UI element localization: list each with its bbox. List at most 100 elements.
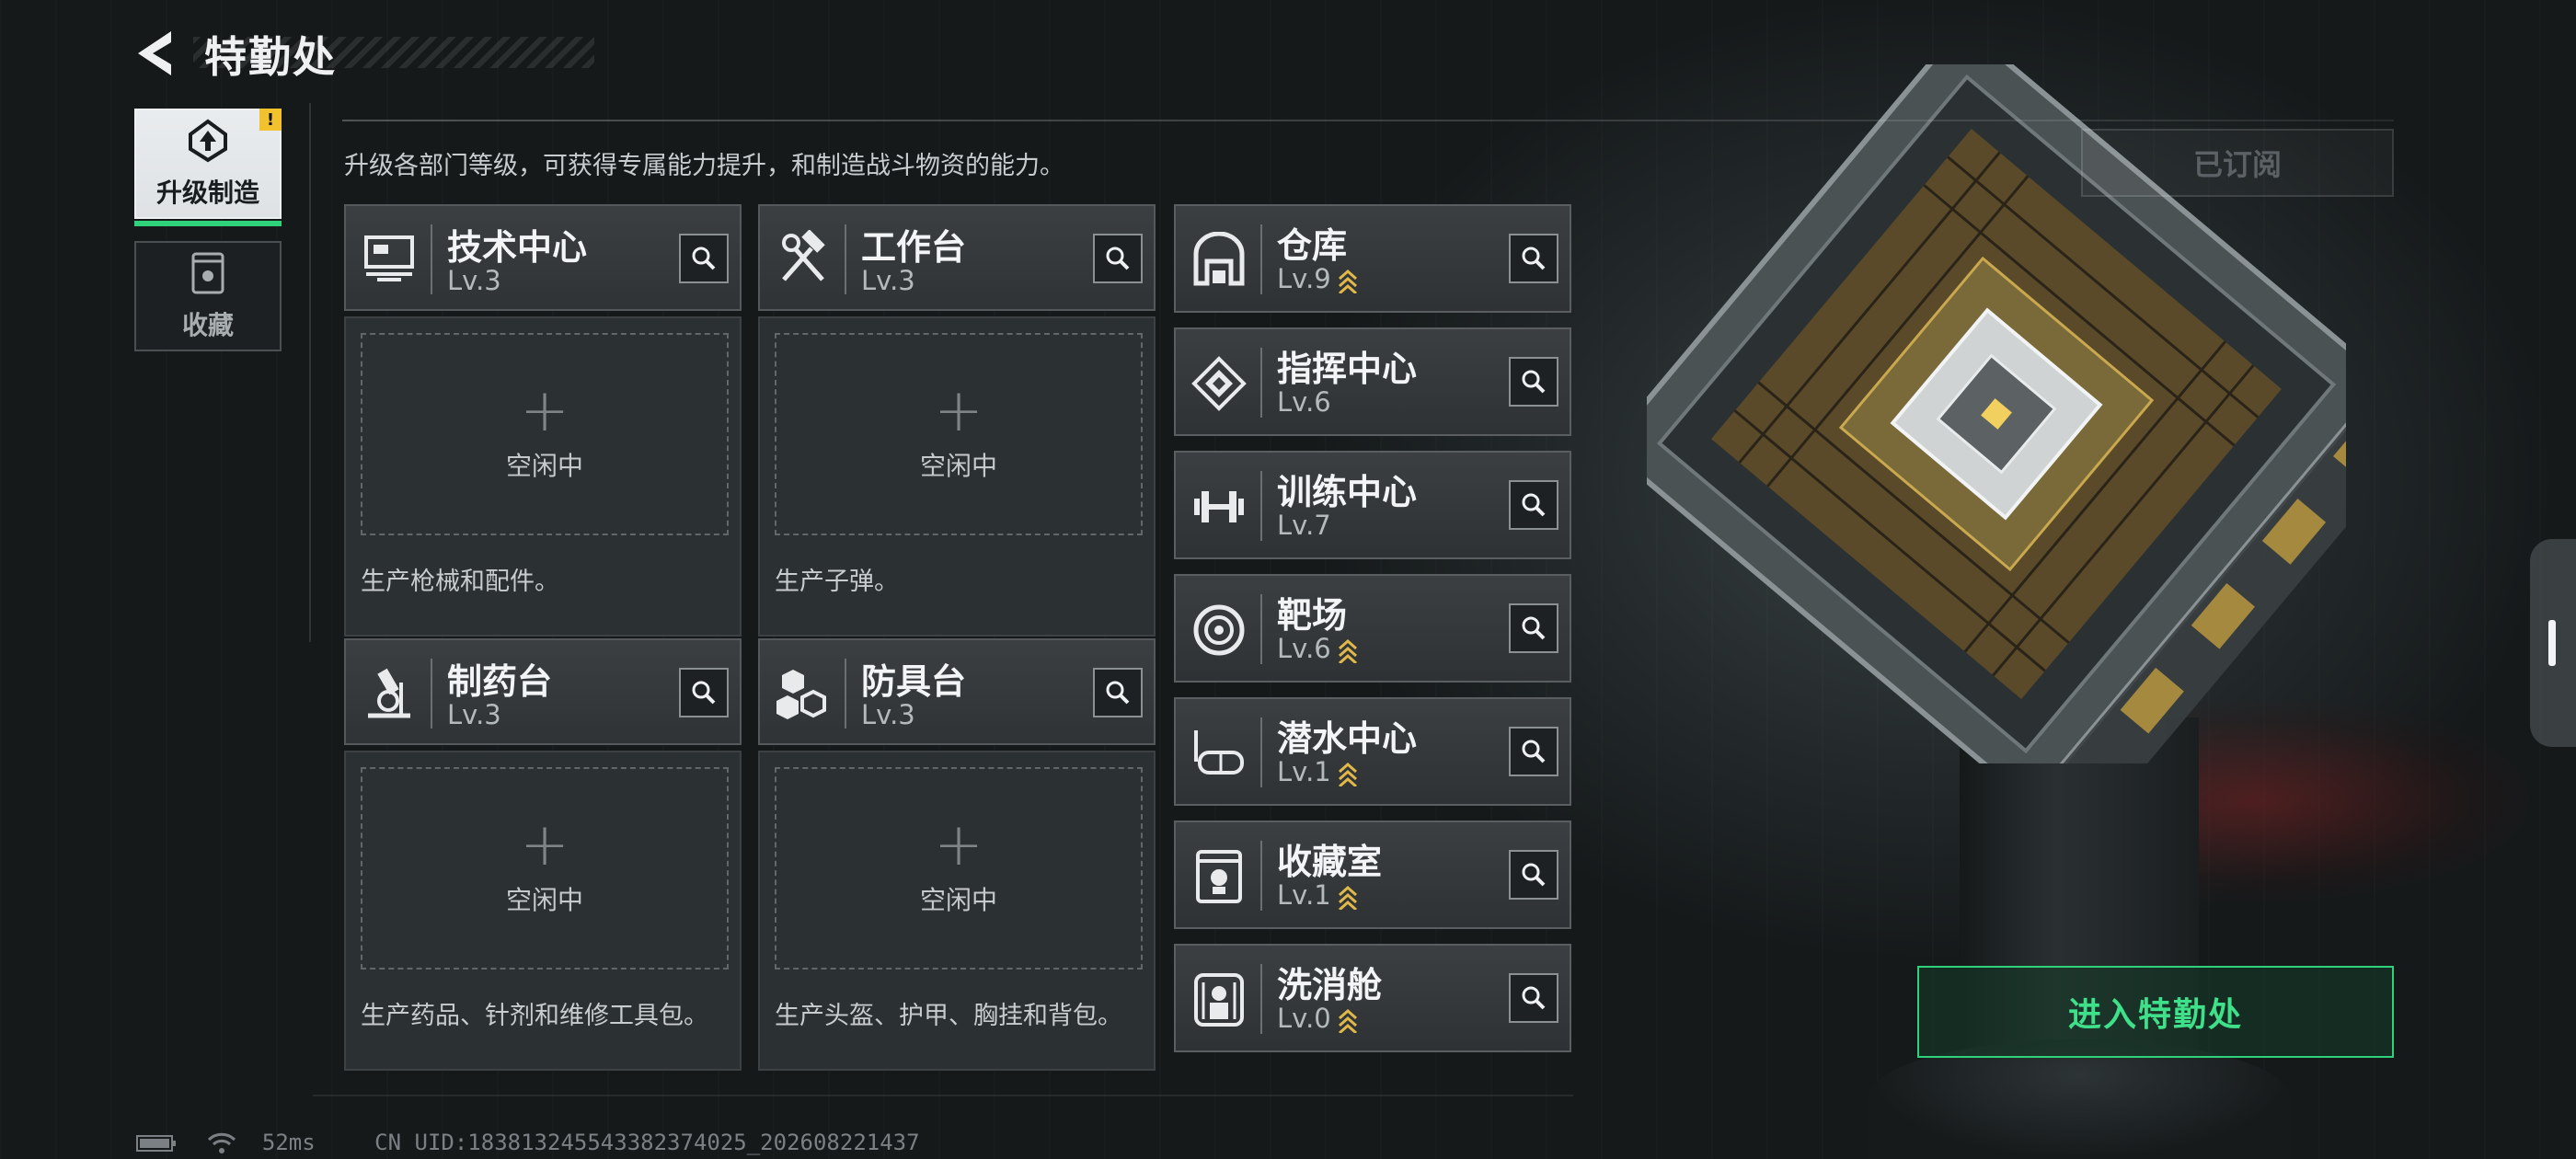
facility-level: Lv.6 <box>1277 386 1331 418</box>
plus-icon: + <box>934 811 983 879</box>
enter-special-ops-label: 进入特勤处 <box>2067 996 2243 1034</box>
search-icon <box>1522 247 1546 270</box>
facility-name: 指挥中心 <box>1277 349 1418 389</box>
search-icon <box>692 247 716 270</box>
ping-value: 52ms <box>261 1130 316 1155</box>
idle-status: 空闲中 <box>919 885 997 915</box>
header-separator <box>845 224 846 294</box>
search-icon <box>1106 681 1130 705</box>
workbench-header[interactable]: 制药台 Lv.3 <box>344 638 742 745</box>
nav-collection-tab[interactable]: 收藏 <box>134 241 282 351</box>
header-separator <box>845 659 846 729</box>
facility-warehouse[interactable]: 仓库 Lv.9 <box>1174 204 1571 313</box>
facility-level-row: Lv.1 <box>1277 879 1359 911</box>
inspect-button[interactable] <box>1509 234 1558 283</box>
upgrade-chevron-icon <box>1338 1008 1357 1033</box>
subscribed-button[interactable]: 已订阅 <box>2081 129 2394 197</box>
armor-cubes-icon <box>776 670 826 719</box>
workbench-level: Lv.3 <box>861 699 915 730</box>
command-center-icon <box>1191 356 1247 411</box>
tech-center-icon <box>364 235 414 281</box>
facility-training-center[interactable]: 训练中心 Lv.7 <box>1174 451 1571 559</box>
microscope-icon <box>368 668 410 718</box>
workbench-header[interactable]: 防具台 Lv.3 <box>758 638 1156 745</box>
workbench-body: + 空闲中 生产子弹。 <box>758 316 1156 637</box>
enter-special-ops-button[interactable]: 进入特勤处 <box>1917 966 2394 1058</box>
facility-collection-room[interactable]: 收藏室 Lv.1 <box>1174 820 1571 929</box>
workbench-header[interactable]: 技术中心 Lv.3 <box>344 204 742 311</box>
idle-production-slot[interactable]: + 空闲中 <box>361 767 729 970</box>
idle-production-slot[interactable]: + 空闲中 <box>361 333 729 535</box>
facility-name: 训练中心 <box>1277 472 1418 512</box>
hammer-wrench-icon <box>782 230 825 281</box>
user-uid: CN UID:183813245543382374025_20260822143… <box>374 1130 920 1155</box>
workbench-body: + 空闲中 生产头盔、护甲、胸挂和背包。 <box>758 751 1156 1071</box>
inspect-button[interactable] <box>1509 603 1558 653</box>
facility-level: Lv.6 <box>1277 633 1331 664</box>
facility-decontamination-pod[interactable]: 洗消舱 Lv.0 <box>1174 944 1571 1052</box>
inspect-button[interactable] <box>1509 480 1558 530</box>
inspect-button[interactable] <box>679 234 729 283</box>
facility-name: 潜水中心 <box>1277 718 1418 759</box>
back-button[interactable] <box>129 26 184 81</box>
side-drawer-handle[interactable] <box>2530 539 2576 747</box>
facility-command-center[interactable]: 指挥中心 Lv.6 <box>1174 327 1571 436</box>
status-bar: 52ms CN UID:183813245543382374025_202608… <box>136 1130 920 1155</box>
header-separator <box>1260 594 1262 664</box>
workbench-description: 生产头盔、护甲、胸挂和背包。 <box>775 1002 1122 1030</box>
header-separator <box>1260 717 1262 787</box>
header-separator <box>431 659 432 729</box>
plus-icon: + <box>934 377 983 445</box>
facility-level-row: Lv.6 <box>1277 633 1359 664</box>
workbench-header[interactable]: 工作台 Lv.3 <box>758 204 1156 311</box>
warehouse-icon <box>1193 232 1245 286</box>
idle-production-slot[interactable]: + 空闲中 <box>775 767 1143 970</box>
upgrade-chevron-icon <box>1338 762 1357 786</box>
wifi-icon <box>208 1132 236 1153</box>
search-icon <box>1106 247 1130 270</box>
facility-shooting-range[interactable]: 靶场 Lv.6 <box>1174 574 1571 683</box>
facility-name: 靶场 <box>1277 595 1348 636</box>
workbench-level: Lv.3 <box>447 699 501 730</box>
search-icon <box>1522 740 1546 763</box>
search-icon <box>1522 370 1546 394</box>
display-case-icon <box>1196 850 1242 903</box>
workbench-name: 技术中心 <box>447 227 588 268</box>
inspect-button[interactable] <box>1509 357 1558 407</box>
inspect-button[interactable] <box>1509 850 1558 900</box>
search-icon <box>692 681 716 705</box>
diving-mask-icon <box>1194 730 1244 775</box>
facility-level-row: Lv.1 <box>1277 756 1359 787</box>
facility-level: Lv.1 <box>1277 879 1331 911</box>
page-title: 特勤处 <box>204 32 337 82</box>
nav-collection-label: 收藏 <box>181 310 234 340</box>
header-separator <box>1260 964 1262 1034</box>
facility-name: 洗消舱 <box>1277 965 1383 1005</box>
search-icon <box>1522 493 1546 517</box>
handle-grip-icon <box>2548 620 2556 666</box>
facility-name: 收藏室 <box>1277 842 1383 882</box>
inspect-button[interactable] <box>1509 727 1558 776</box>
workbench-level: Lv.3 <box>861 265 915 296</box>
workbench-name: 制药台 <box>447 661 553 702</box>
facility-diving-center[interactable]: 潜水中心 Lv.1 <box>1174 697 1571 806</box>
upgrade-chevron-icon <box>1338 269 1357 293</box>
workbench-level: Lv.3 <box>447 265 501 296</box>
nav-upgrade-craft-tab[interactable]: ! 升级制造 <box>134 109 282 226</box>
workbench-description: 生产枪械和配件。 <box>361 568 559 596</box>
upgrade-chevron-icon <box>1338 638 1357 663</box>
facility-level-row: Lv.9 <box>1277 263 1359 294</box>
header-separator <box>1260 348 1262 418</box>
search-icon <box>1522 863 1546 887</box>
idle-status: 空闲中 <box>505 885 583 915</box>
inspect-button[interactable] <box>679 668 729 717</box>
facility-level: Lv.9 <box>1277 263 1331 294</box>
facility-level: Lv.7 <box>1277 510 1331 541</box>
idle-status: 空闲中 <box>505 451 583 481</box>
search-icon <box>1522 616 1546 640</box>
inspect-button[interactable] <box>1093 668 1143 717</box>
inspect-button[interactable] <box>1093 234 1143 283</box>
idle-production-slot[interactable]: + 空闲中 <box>775 333 1143 535</box>
bottom-decoration-line <box>313 1084 1573 1096</box>
inspect-button[interactable] <box>1509 973 1558 1023</box>
